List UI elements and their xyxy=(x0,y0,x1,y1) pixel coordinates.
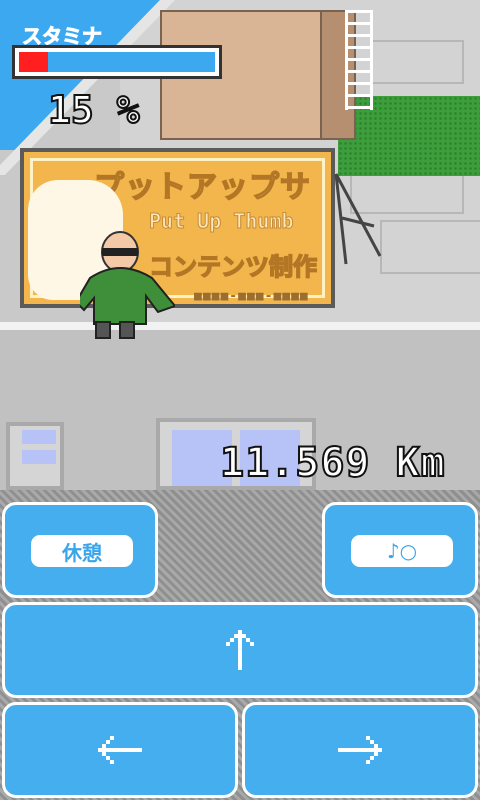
floor-tile xyxy=(370,40,464,84)
game-screen: プットアップサム Put Up Thumb コンテンツ制作 ■■■■-■■■-■… xyxy=(0,0,480,800)
rest-button-label: 休憩 xyxy=(31,535,133,567)
rest-button[interactable]: 休憩 xyxy=(2,502,158,598)
stamina-bar-track xyxy=(19,52,215,72)
left-button[interactable] xyxy=(2,702,238,798)
curb-line xyxy=(0,322,480,330)
distance-readout: 11.569 Km xyxy=(219,439,446,487)
sign-dashes: ■■■■-■■■-■■■■ xyxy=(194,289,309,304)
control-panel: 休憩 ♪○ xyxy=(0,490,480,800)
arrow-left-icon xyxy=(98,736,142,764)
stamina-percent: 15 % xyxy=(47,87,141,133)
window xyxy=(22,430,56,444)
arrow-up-icon xyxy=(226,630,254,670)
floor-tile xyxy=(380,220,480,274)
window xyxy=(22,450,56,464)
up-button[interactable] xyxy=(2,602,478,698)
right-button[interactable] xyxy=(242,702,478,798)
game-scene: プットアップサム Put Up Thumb コンテンツ制作 ■■■■-■■■-■… xyxy=(0,0,480,490)
sound-toggle-button[interactable]: ♪○ xyxy=(322,502,478,598)
sound-toggle-label: ♪○ xyxy=(351,535,453,567)
player-character xyxy=(80,231,175,339)
ladder xyxy=(345,10,373,110)
stamina-bar-fill xyxy=(19,52,48,72)
building-left xyxy=(6,422,64,490)
sign-easel xyxy=(334,173,382,265)
arrow-right-icon xyxy=(338,736,382,764)
stamina-bar xyxy=(12,45,222,79)
